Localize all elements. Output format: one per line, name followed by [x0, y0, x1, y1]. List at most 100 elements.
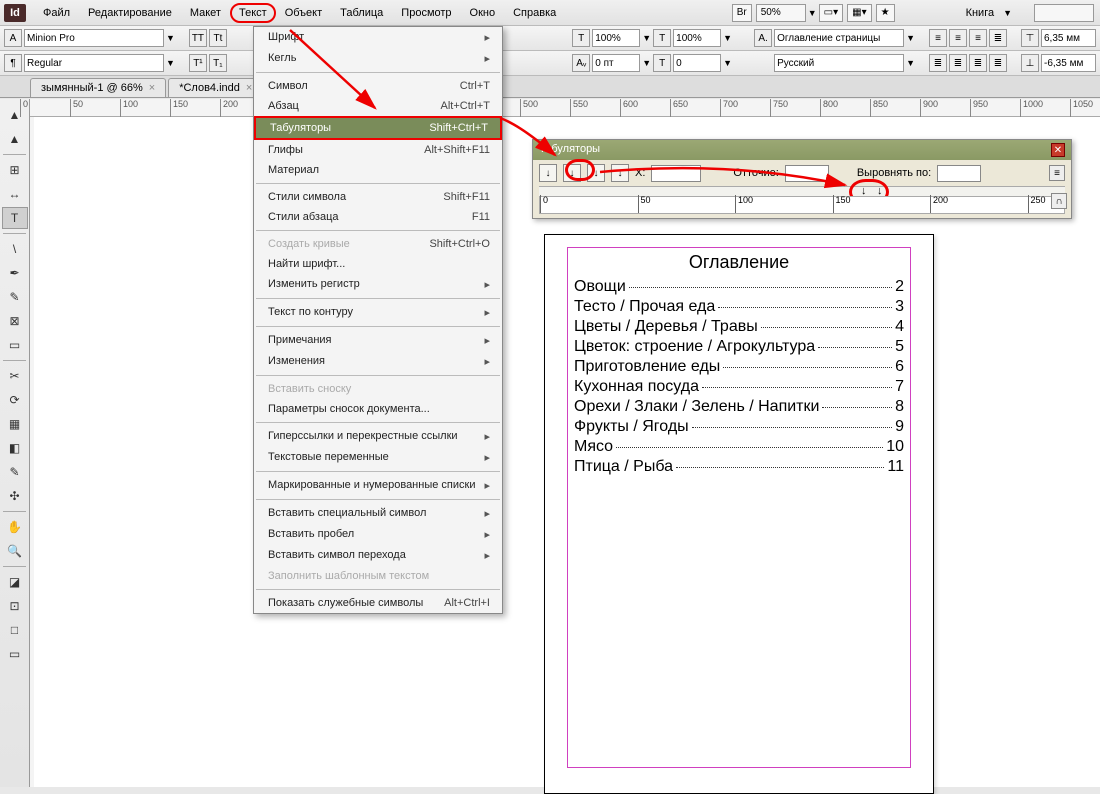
indent-bot-field[interactable] — [1041, 54, 1096, 72]
menu-item[interactable]: Маркированные и нумерованные списки — [254, 475, 502, 496]
menu-просмотр[interactable]: Просмотр — [392, 3, 460, 23]
menu-item[interactable]: Гиперссылки и перекрестные ссылки — [254, 426, 502, 447]
note-tool[interactable]: ✎ — [2, 461, 28, 483]
close-icon[interactable]: × — [149, 82, 155, 94]
tabs-ruler[interactable]: ↓ ↓ 050100150200250 ∩ — [539, 186, 1065, 214]
menu-item[interactable]: Вставить пробел — [254, 524, 502, 545]
para-style-field[interactable] — [774, 29, 904, 47]
fill-stroke[interactable]: ◪ — [2, 571, 28, 593]
eyedropper[interactable]: ✣ — [2, 485, 28, 507]
tabs-panel-title[interactable]: Табуляторы ✕ — [533, 140, 1071, 160]
char-format-icon[interactable]: A — [4, 29, 22, 47]
menu-файл[interactable]: Файл — [34, 3, 79, 23]
document-tab[interactable]: *Слов4.indd× — [168, 78, 263, 97]
type-tool[interactable]: T — [2, 207, 28, 229]
panel-menu-icon[interactable]: ≡ — [1049, 165, 1065, 181]
jl-icon[interactable]: ≣ — [929, 54, 947, 72]
font-family-field[interactable] — [24, 29, 164, 47]
screen-mode-icon[interactable]: ▭▾ — [819, 4, 843, 22]
jc-icon[interactable]: ≣ — [949, 54, 967, 72]
menu-таблица[interactable]: Таблица — [331, 3, 392, 23]
menu-item[interactable]: ГлифыAlt+Shift+F11 — [254, 140, 502, 160]
x-field[interactable] — [651, 165, 701, 182]
pencil-tool[interactable]: ✎ — [2, 286, 28, 308]
transform-tool[interactable]: ⟳ — [2, 389, 28, 411]
zoom-level[interactable]: 50% — [756, 4, 806, 22]
close-icon[interactable]: ✕ — [1051, 143, 1065, 157]
scissors-tool[interactable]: ✂ — [2, 365, 28, 387]
para-format-icon[interactable]: ¶ — [4, 54, 22, 72]
leader-field[interactable] — [785, 165, 829, 182]
menu-item[interactable]: Материал — [254, 160, 502, 180]
tab-decimal-align-icon[interactable]: ↓ — [611, 164, 629, 182]
direct-selection-tool[interactable]: ▲ — [2, 128, 28, 150]
gradient-feather[interactable]: ◧ — [2, 437, 28, 459]
align-field[interactable] — [937, 165, 981, 182]
scale-v-field[interactable] — [673, 29, 721, 47]
default-fs[interactable]: ⊡ — [2, 595, 28, 617]
menu-объект[interactable]: Объект — [276, 3, 331, 23]
menu-макет[interactable]: Макет — [181, 3, 230, 23]
menu-окно[interactable]: Окно — [461, 3, 505, 23]
menu-текст[interactable]: Текст — [230, 3, 276, 23]
document-tab[interactable]: зымянный-1 @ 66%× — [30, 78, 166, 97]
arrange-icon[interactable]: ▦▾ — [847, 4, 871, 22]
align-center-icon[interactable]: ≡ — [949, 29, 967, 47]
menu-item[interactable]: Показать служебные символыAlt+Ctrl+I — [254, 593, 502, 613]
lang-field[interactable] — [774, 54, 904, 72]
justify-icon[interactable]: ≣ — [989, 29, 1007, 47]
format-container[interactable]: □ — [2, 619, 28, 641]
gap-tool[interactable]: ↔ — [2, 183, 28, 205]
frame-tool[interactable]: ⊠ — [2, 310, 28, 332]
menu-item[interactable]: Стили символаShift+F11 — [254, 187, 502, 207]
menu-item[interactable]: Найти шрифт... — [254, 254, 502, 274]
scale-h-field[interactable] — [592, 29, 640, 47]
close-icon[interactable]: × — [246, 82, 252, 94]
search-input[interactable] — [1034, 4, 1094, 22]
jf-icon[interactable]: ≣ — [989, 54, 1007, 72]
tab-left-align-icon[interactable]: ↓ — [539, 164, 557, 182]
jr-icon[interactable]: ≣ — [969, 54, 987, 72]
search-icon[interactable]: ★ — [876, 4, 895, 22]
hand-tool[interactable]: ✋ — [2, 516, 28, 538]
kern-field[interactable] — [592, 54, 640, 72]
menu-item[interactable]: Шрифт — [254, 27, 502, 48]
font-style-field[interactable] — [24, 54, 164, 72]
align-right-icon[interactable]: ≡ — [969, 29, 987, 47]
menu-item[interactable]: Вставить символ перехода — [254, 545, 502, 566]
menu-item[interactable]: Стили абзацаF11 — [254, 207, 502, 227]
pen-tool[interactable]: ✒ — [2, 262, 28, 284]
menu-item[interactable]: Изменения — [254, 351, 502, 372]
menu-item[interactable]: АбзацAlt+Ctrl+T — [254, 96, 502, 116]
zoom-tool[interactable]: 🔍 — [2, 540, 28, 562]
menu-item[interactable]: Изменить регистр — [254, 274, 502, 295]
bridge-icon[interactable]: Br — [732, 4, 752, 22]
toc-row: Цветы / Деревья / Травы4 — [574, 317, 904, 337]
magnet-icon[interactable]: ∩ — [1051, 193, 1067, 209]
align-left-icon[interactable]: ≡ — [929, 29, 947, 47]
menu-item[interactable]: Текстовые переменные — [254, 447, 502, 468]
menu-item[interactable]: СимволCtrl+T — [254, 76, 502, 96]
rectangle-tool[interactable]: ▭ — [2, 334, 28, 356]
view-mode[interactable]: ▭ — [2, 643, 28, 665]
menu-item[interactable]: Вставить специальный символ — [254, 503, 502, 524]
text-frame[interactable]: Оглавление Овощи2Тесто / Прочая еда3Цвет… — [567, 247, 911, 768]
gradient-tool[interactable]: ▦ — [2, 413, 28, 435]
tt2-icon[interactable]: Tt — [209, 29, 227, 47]
menu-item[interactable]: Примечания — [254, 330, 502, 351]
subs-icon[interactable]: T₁ — [209, 54, 227, 72]
page-tool[interactable]: ⊞ — [2, 159, 28, 181]
menu-справка[interactable]: Справка — [504, 3, 565, 23]
menu-item[interactable]: Кегль — [254, 48, 502, 69]
supers-icon[interactable]: T¹ — [189, 54, 207, 72]
baseline-field[interactable] — [673, 54, 721, 72]
menu-item[interactable]: Текст по контуру — [254, 302, 502, 323]
menu-item[interactable]: Параметры сносок документа... — [254, 399, 502, 419]
indent-top-field[interactable] — [1041, 29, 1096, 47]
menu-item[interactable]: ТабуляторыShift+Ctrl+T — [254, 116, 502, 140]
line-tool[interactable]: \ — [2, 238, 28, 260]
tt-icon[interactable]: TT — [189, 29, 207, 47]
workspace-switcher[interactable]: Книга — [957, 3, 1004, 23]
menu-редактирование[interactable]: Редактирование — [79, 3, 181, 23]
tabs-panel[interactable]: Табуляторы ✕ ↓ ↓ ↓ ↓ X: Отточие: Выровня… — [532, 139, 1072, 219]
